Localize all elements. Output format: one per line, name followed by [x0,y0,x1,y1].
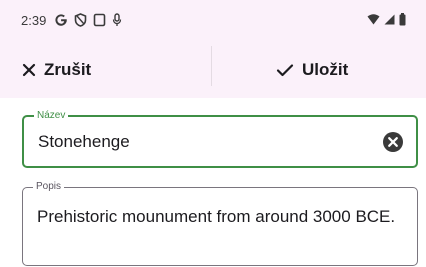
action-divider [211,46,212,86]
name-field-label: Název [34,109,69,123]
cancel-button[interactable]: Zrušit [22,42,91,98]
mic-icon [112,13,122,26]
screen-icon [93,13,106,27]
cancel-label: Zrušit [44,60,92,79]
battery-icon [399,13,406,26]
save-label: Uložit [302,60,349,79]
description-field[interactable]: Popis Prehistoric mounument from around … [22,180,418,266]
name-field[interactable]: Název Stonehenge [22,109,418,168]
description-input[interactable]: Prehistoric mounument from around 3000 B… [37,206,405,228]
description-field-label: Popis [33,180,65,194]
status-bar: 2:39 [0,0,426,42]
google-icon [55,14,67,26]
shield-icon [74,13,87,27]
close-icon [22,63,36,77]
signal-icon [384,14,395,25]
clear-icon[interactable] [382,131,404,153]
status-time: 2:39 [21,13,47,28]
check-icon [276,64,294,77]
status-right-icons [367,13,406,26]
wifi-icon [367,14,380,25]
action-bar: Zrušit Uložit [0,42,426,98]
name-input[interactable]: Stonehenge [38,131,370,153]
status-left-icons [54,12,122,28]
save-button[interactable]: Uložit [276,42,348,98]
